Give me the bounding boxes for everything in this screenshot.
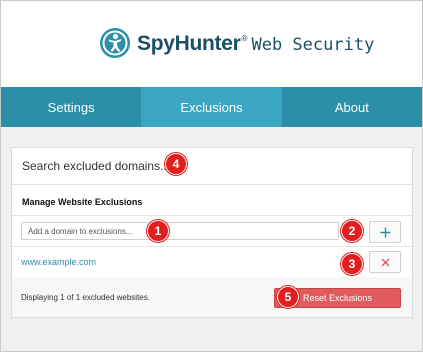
- marker-5: 5: [277, 286, 299, 308]
- product-name: Web Security: [251, 35, 375, 55]
- tab-about[interactable]: About: [282, 87, 422, 127]
- section-title: Manage Website Exclusions: [22, 197, 143, 207]
- search-row: [12, 148, 412, 185]
- extension-popup: SpyHunter ® Web Security Settings Exclus…: [0, 0, 423, 352]
- marker-2: 2: [341, 220, 363, 242]
- marker-4: 4: [165, 153, 187, 175]
- panel-footer: Displaying 1 of 1 excluded websites. Res…: [12, 277, 412, 317]
- header: SpyHunter ® Web Security: [1, 1, 422, 87]
- marker-3: 3: [341, 253, 363, 275]
- excluded-domain-link[interactable]: www.example.com: [21, 257, 96, 267]
- add-domain-input[interactable]: [21, 222, 339, 240]
- brand-name: SpyHunter: [137, 32, 241, 55]
- brand-wordmark: SpyHunter ® Web Security: [137, 31, 374, 59]
- nav-tabs: Settings Exclusions About: [1, 87, 422, 127]
- marker-1: 1: [147, 220, 169, 242]
- spyhunter-logo-icon: [100, 28, 130, 58]
- add-domain-button[interactable]: [369, 221, 401, 243]
- remove-domain-button[interactable]: [369, 251, 401, 273]
- close-icon: [381, 258, 389, 266]
- registered-mark: ®: [240, 34, 249, 43]
- status-text: Displaying 1 of 1 excluded websites.: [21, 293, 150, 302]
- tab-settings[interactable]: Settings: [1, 87, 141, 127]
- plus-icon: [380, 227, 390, 237]
- tab-exclusions[interactable]: Exclusions: [141, 87, 282, 127]
